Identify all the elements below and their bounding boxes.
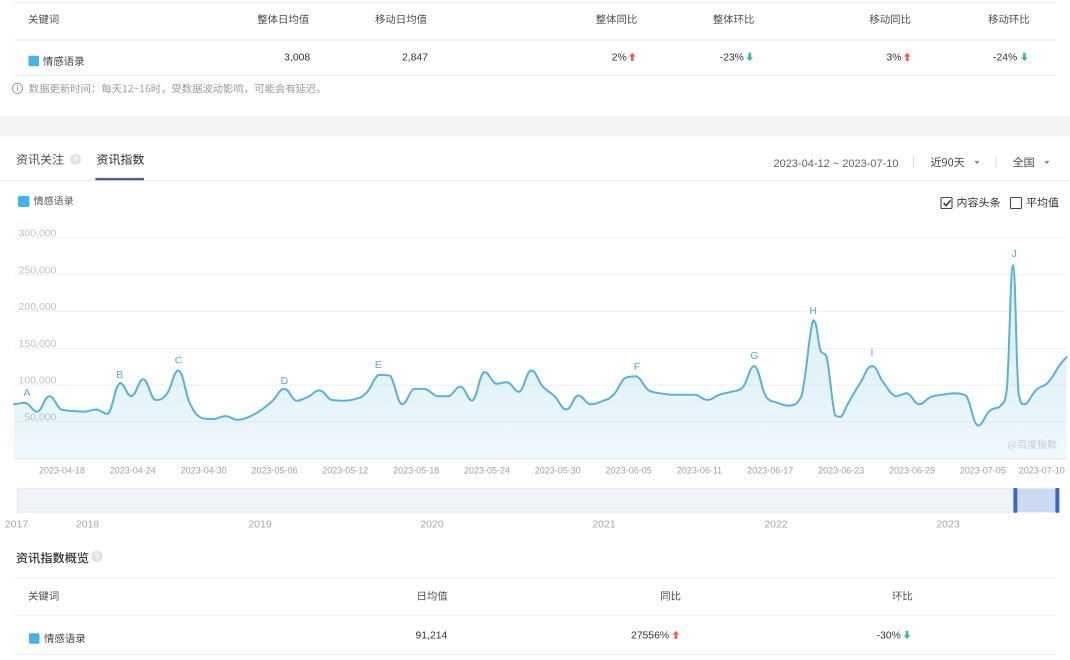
svg-text:2023: 2023 <box>936 519 960 531</box>
svg-text:2019: 2019 <box>248 519 272 531</box>
svg-text:2020: 2020 <box>420 519 444 531</box>
svg-text:200,000: 200,000 <box>19 301 57 313</box>
svg-text:2018: 2018 <box>76 519 100 531</box>
svg-text:H: H <box>809 305 817 317</box>
svg-text:2023-04-30: 2023-04-30 <box>181 466 227 476</box>
svg-text:-23%: -23% <box>720 53 744 64</box>
svg-text:A: A <box>23 387 30 399</box>
svg-text:2023-05-06: 2023-05-06 <box>251 466 297 476</box>
svg-text:91,214: 91,214 <box>416 631 448 642</box>
svg-text:2017: 2017 <box>5 519 29 531</box>
svg-text:2023-05-30: 2023-05-30 <box>535 466 581 476</box>
svg-text:?: ? <box>73 155 78 164</box>
svg-text:-30%: -30% <box>877 631 901 642</box>
svg-text:J: J <box>1012 248 1017 260</box>
svg-text:G: G <box>750 350 758 362</box>
svg-text:100,000: 100,000 <box>19 375 57 387</box>
svg-text:2022: 2022 <box>764 519 788 531</box>
svg-text:2023-07-10: 2023-07-10 <box>1019 466 1065 476</box>
svg-text:250,000: 250,000 <box>19 264 57 276</box>
svg-text:2023-04-24: 2023-04-24 <box>110 466 156 476</box>
svg-text:2%: 2% <box>612 53 627 64</box>
svg-text:2023-06-11: 2023-06-11 <box>677 466 722 476</box>
svg-text:300,000: 300,000 <box>19 228 57 240</box>
svg-text:2023-05-24: 2023-05-24 <box>464 466 510 476</box>
svg-text:2023-04-18: 2023-04-18 <box>39 466 85 476</box>
svg-text:2023-06-17: 2023-06-17 <box>747 466 793 476</box>
svg-text:150,000: 150,000 <box>19 338 57 350</box>
svg-text:2023-04-12 ~ 2023-07-10: 2023-04-12 ~ 2023-07-10 <box>773 158 898 170</box>
svg-text:2023-06-05: 2023-06-05 <box>606 466 652 476</box>
svg-text:2,847: 2,847 <box>402 53 428 64</box>
svg-text:?: ? <box>94 552 99 561</box>
svg-text:3%: 3% <box>886 53 901 64</box>
svg-text:27556%: 27556% <box>631 631 669 642</box>
svg-text:F: F <box>634 361 640 373</box>
svg-text:-24%: -24% <box>993 53 1017 64</box>
svg-text:2023-07-05: 2023-07-05 <box>960 466 1006 476</box>
svg-text:2023-05-18: 2023-05-18 <box>393 466 439 476</box>
svg-text:I: I <box>870 347 873 359</box>
svg-text:3,008: 3,008 <box>284 53 310 64</box>
svg-text:2023-06-23: 2023-06-23 <box>818 466 864 476</box>
svg-text:2021: 2021 <box>592 519 616 531</box>
svg-text:2023-06-29: 2023-06-29 <box>889 466 935 476</box>
svg-text:C: C <box>175 355 183 367</box>
svg-text:B: B <box>116 369 123 381</box>
svg-text:D: D <box>281 375 289 387</box>
svg-text:2023-05-12: 2023-05-12 <box>322 466 368 476</box>
svg-text:E: E <box>375 359 382 371</box>
